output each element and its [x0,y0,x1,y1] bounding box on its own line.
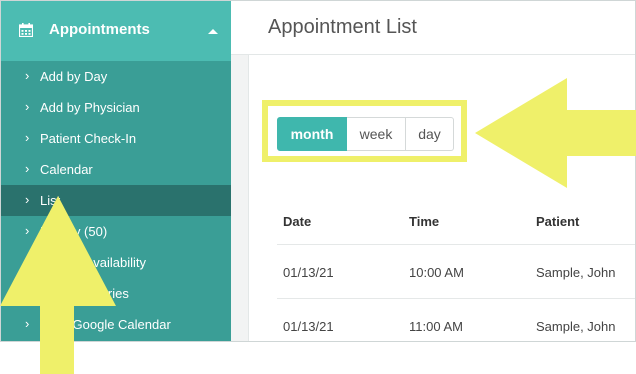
cell-patient: Sample, John [536,319,616,334]
annotation-arrow-up-icon [0,196,116,374]
chevron-right-icon: › [25,130,30,145]
sidebar-item-patient-check-in[interactable]: › Patient Check-In [1,123,231,154]
chevron-right-icon: › [25,68,30,83]
sidebar-item-label: Add by Physician [40,100,140,115]
sidebar-section-title: Appointments [49,21,150,38]
sidebar-item-calendar[interactable]: › Calendar [1,154,231,185]
annotation-arrow-left-icon [475,78,636,188]
calendar-icon [19,23,33,37]
column-header-patient[interactable]: Patient [536,214,579,229]
page-title: Appointment List [268,16,417,38]
cell-date: 01/13/21 [283,319,334,334]
sidebar-section-appointments[interactable]: Appointments [1,1,231,61]
chevron-right-icon: › [25,161,30,176]
caret-up-icon [208,29,218,34]
cell-date: 01/13/21 [283,265,334,280]
column-header-date[interactable]: Date [283,214,311,229]
chevron-right-icon: › [25,99,30,114]
cell-time: 10:00 AM [409,265,464,280]
table-divider [277,244,635,245]
table-divider [277,298,635,299]
annotation-highlight-box [262,100,467,162]
sidebar-item-add-by-day[interactable]: › Add by Day [1,61,231,92]
content-gutter [231,55,249,341]
sidebar-item-add-by-physician[interactable]: › Add by Physician [1,92,231,123]
sidebar-item-label: Add by Day [40,69,108,84]
cell-patient: Sample, John [536,265,616,280]
cell-time: 11:00 AM [409,319,463,334]
sidebar-item-label: Patient Check-In [40,131,137,146]
page-header: Appointment List [231,1,635,55]
sidebar-item-label: Calendar [40,162,93,177]
column-header-time[interactable]: Time [409,214,439,229]
